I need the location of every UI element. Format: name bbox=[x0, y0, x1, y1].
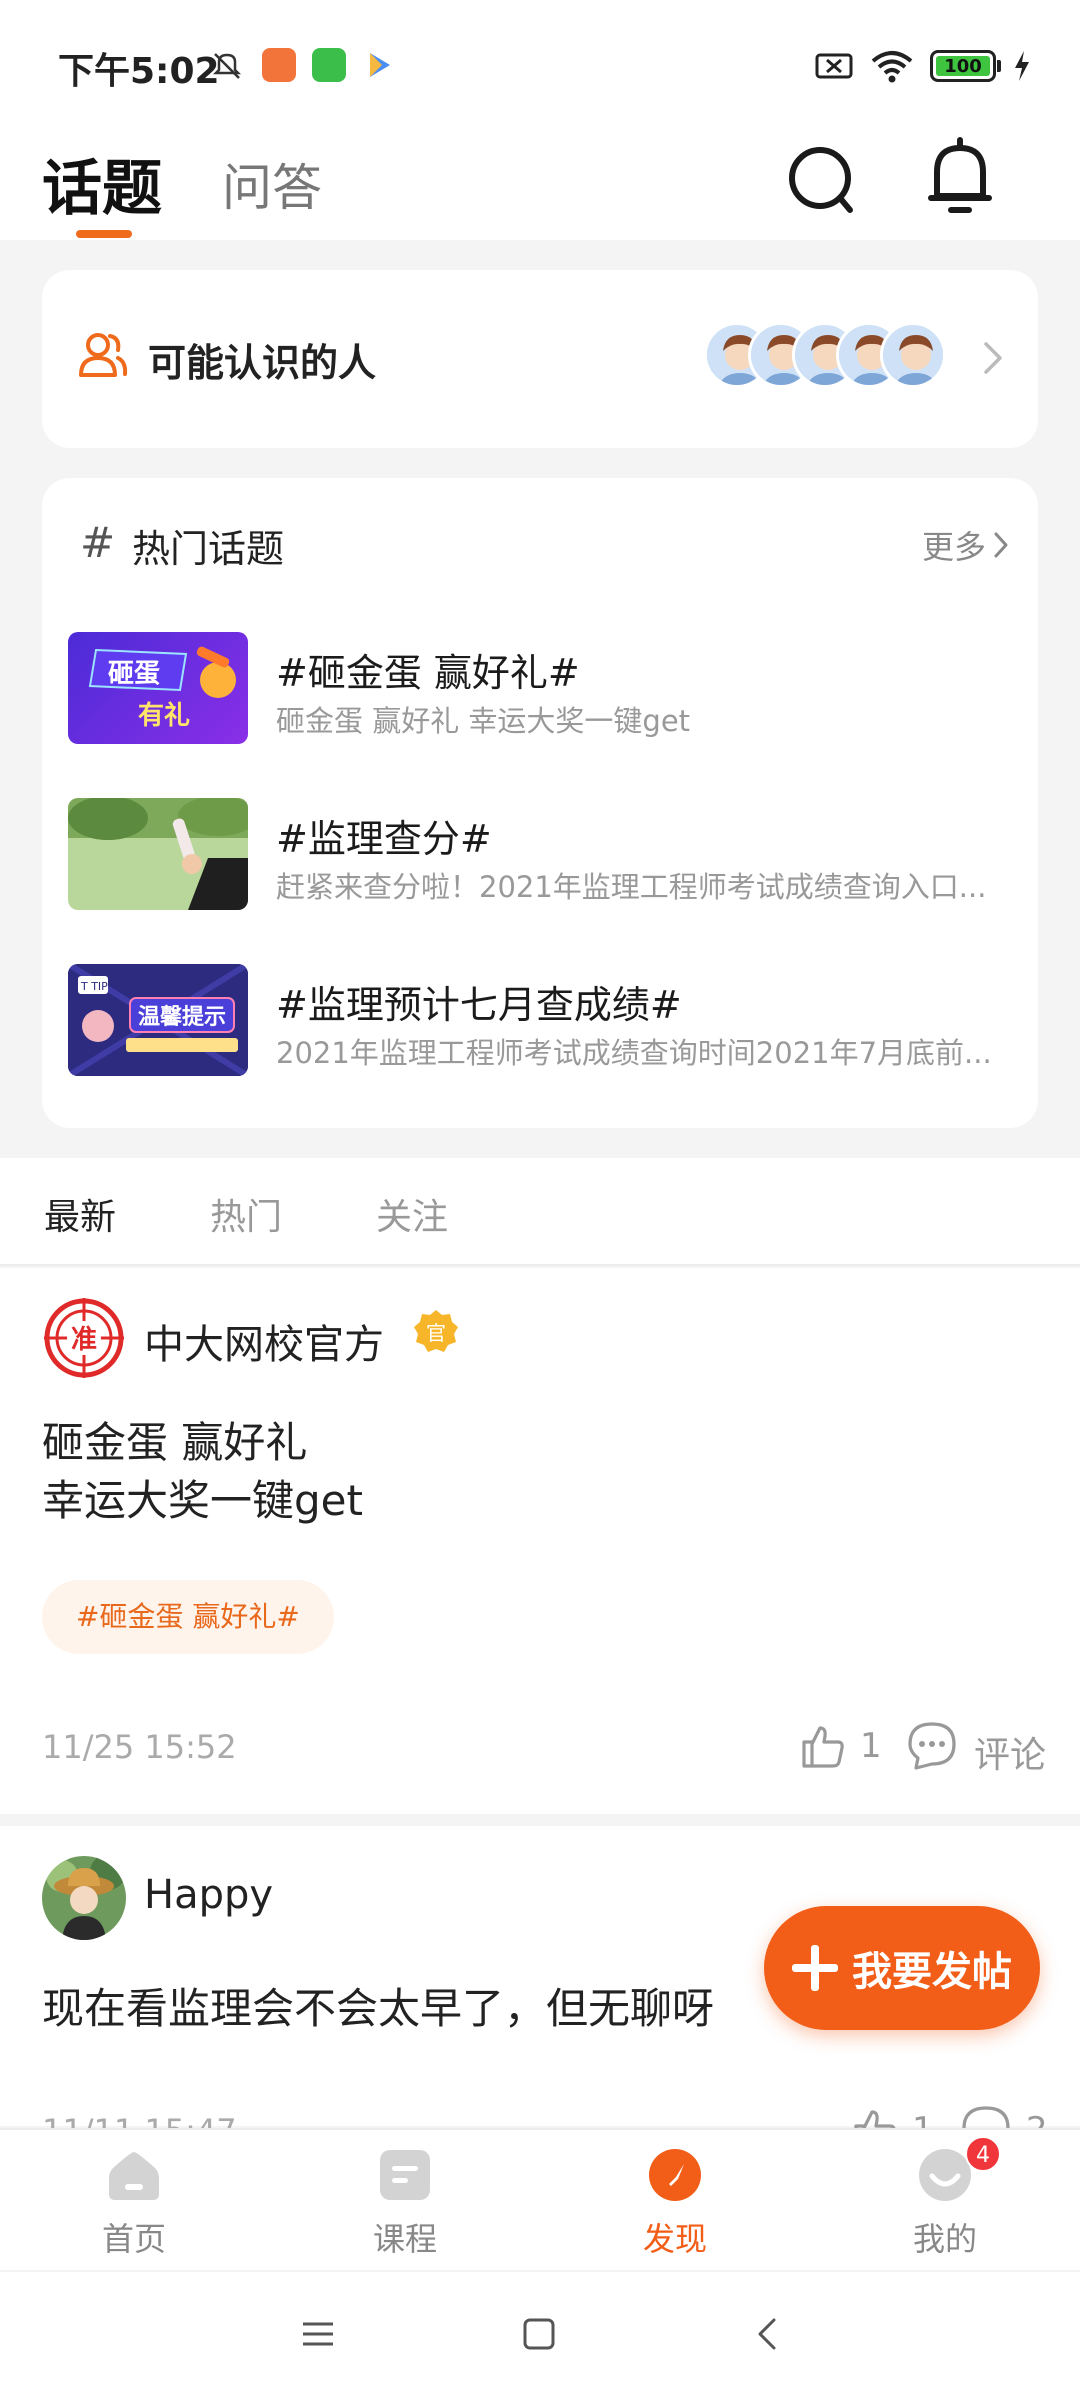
nav-profile[interactable]: 4 我的 bbox=[855, 2136, 1035, 2268]
topic-desc: 赶紧来查分啦！2021年监理工程师考试成绩查询入口... bbox=[276, 870, 987, 904]
topic-item[interactable]: #监理查分# 赶紧来查分啦！2021年监理工程师考试成绩查询入口... bbox=[68, 798, 1018, 910]
system-nav-bar bbox=[0, 2272, 1080, 2400]
search-icon[interactable] bbox=[786, 140, 856, 220]
nav-label: 课程 bbox=[372, 2220, 437, 2258]
topic-thumbnail: T TIP 温馨提示 bbox=[68, 964, 248, 1076]
charging-icon bbox=[1015, 51, 1029, 81]
home-icon bbox=[109, 2152, 159, 2200]
battery-level: 100 bbox=[936, 56, 990, 77]
avatar[interactable]: 准 bbox=[42, 1296, 126, 1380]
wifi-icon bbox=[871, 51, 913, 83]
hot-topics-title: 热门话题 bbox=[132, 527, 285, 571]
people-card-label: 可能认识的人 bbox=[148, 341, 377, 385]
course-icon bbox=[380, 2150, 430, 2200]
tab-hot[interactable]: 热门 bbox=[210, 1188, 282, 1240]
thumb-text: 砸蛋 bbox=[108, 659, 160, 689]
hot-topics-card: # 热门话题 更多 砸蛋 有礼 #砸金蛋 赢好礼# 砸金蛋 赢好礼 幸运大奖一键… bbox=[42, 478, 1038, 1128]
topic-desc: 砸金蛋 赢好礼 幸运大奖一键get bbox=[276, 704, 691, 738]
tab-following[interactable]: 关注 bbox=[376, 1188, 448, 1240]
topic-item[interactable]: T TIP 温馨提示 #监理预计七月查成绩# 2021年监理工程师考试成绩查询时… bbox=[68, 964, 1018, 1076]
hash-icon: # bbox=[80, 518, 116, 567]
bell-icon[interactable] bbox=[925, 136, 995, 220]
play-store-icon bbox=[370, 53, 390, 77]
tab-latest[interactable]: 最新 bbox=[44, 1188, 116, 1240]
topic-item[interactable]: 砸蛋 有礼 #砸金蛋 赢好礼# 砸金蛋 赢好礼 幸运大奖一键get bbox=[68, 632, 1018, 744]
nav-label: 发现 bbox=[642, 2220, 707, 2258]
status-time: 下午5:02 bbox=[58, 51, 220, 92]
badge-text: 官 bbox=[426, 1321, 446, 1345]
home-button-icon[interactable] bbox=[521, 2316, 557, 2352]
topic-name: #监理预计七月查成绩# bbox=[276, 983, 682, 1027]
topic-name: #监理查分# bbox=[276, 817, 492, 861]
svg-text:T TIP: T TIP bbox=[80, 980, 108, 993]
chevron-right-icon bbox=[994, 532, 1008, 558]
status-bar: 下午5:02 100 bbox=[0, 0, 1080, 130]
topic-name: #砸金蛋 赢好礼# bbox=[276, 651, 580, 695]
more-label: 更多 bbox=[921, 528, 986, 566]
svg-text:温馨提示: 温馨提示 bbox=[138, 1004, 226, 1030]
nav-label: 首页 bbox=[101, 2220, 166, 2258]
topic-desc: 2021年监理工程师考试成绩查询时间2021年7月底前... bbox=[276, 1036, 992, 1070]
avatar-text: 准 bbox=[71, 1325, 97, 1355]
avatar[interactable] bbox=[42, 1856, 126, 1940]
profile-icon bbox=[919, 2149, 971, 2201]
official-badge-icon: 官 bbox=[414, 1310, 458, 1352]
tab-topics[interactable]: 话题 bbox=[42, 140, 162, 227]
menu-icon[interactable] bbox=[300, 2316, 336, 2352]
back-icon[interactable] bbox=[750, 2316, 786, 2352]
app-notification-icon bbox=[312, 48, 346, 82]
topic-thumbnail bbox=[68, 798, 248, 910]
avatar bbox=[880, 322, 946, 388]
people-icon bbox=[79, 333, 128, 377]
active-tab-indicator bbox=[76, 230, 132, 238]
like-count: 1 bbox=[860, 1726, 882, 1766]
nav-label: 我的 bbox=[912, 2220, 977, 2258]
post-time: 11/25 15:52 bbox=[42, 1728, 237, 1766]
post-text-line: 砸金蛋 赢好礼 bbox=[42, 1418, 308, 1467]
top-header: 话题 问答 bbox=[0, 130, 1080, 240]
more-link[interactable]: 更多 bbox=[922, 522, 1010, 568]
plus-icon bbox=[792, 1945, 838, 1991]
svg-text:有礼: 有礼 bbox=[138, 700, 190, 731]
topic-thumbnail: 砸蛋 有礼 bbox=[68, 632, 248, 744]
sim-x-icon bbox=[815, 53, 853, 79]
post-text-line: 幸运大奖一键get bbox=[42, 1476, 363, 1525]
create-post-button[interactable]: 我要发帖 bbox=[764, 1906, 1040, 2030]
post-card[interactable]: 准 中大网校官方 官 砸金蛋 赢好礼 幸运大奖一键get #砸金蛋 赢好礼# 1… bbox=[0, 1268, 1080, 1814]
author-name[interactable]: 中大网校官方 bbox=[144, 1312, 384, 1370]
create-post-label: 我要发帖 bbox=[852, 1949, 1012, 1995]
chevron-right-icon bbox=[984, 342, 1002, 374]
nav-course[interactable]: 课程 bbox=[315, 2148, 495, 2268]
feed-tabs: 最新 热门 关注 bbox=[0, 1158, 1080, 1266]
thumbs-up-icon[interactable] bbox=[798, 1722, 846, 1770]
post-text-line: 现在看监理会不会太早了，但无聊呀 bbox=[42, 1984, 715, 2033]
comment-label[interactable]: 评论 bbox=[974, 1726, 1046, 1778]
post-topic-tag[interactable]: #砸金蛋 赢好礼# bbox=[42, 1580, 334, 1654]
comment-icon[interactable] bbox=[906, 1720, 958, 1772]
notification-badge: 4 bbox=[965, 2136, 1001, 2172]
mute-icon bbox=[212, 53, 242, 79]
people-you-may-know-card[interactable]: 可能认识的人 bbox=[42, 270, 1038, 448]
battery-icon: 100 bbox=[930, 50, 1001, 82]
app-notification-icon bbox=[262, 48, 296, 82]
discover-icon bbox=[649, 2149, 701, 2201]
author-name[interactable]: Happy bbox=[144, 1872, 273, 1918]
bottom-nav: 首页 课程 发现 4 我的 bbox=[0, 2128, 1080, 2270]
status-right: 100 bbox=[814, 46, 1032, 86]
nav-discover[interactable]: 发现 bbox=[585, 2148, 765, 2268]
tab-qa[interactable]: 问答 bbox=[222, 148, 322, 220]
nav-home[interactable]: 首页 bbox=[44, 2148, 224, 2268]
